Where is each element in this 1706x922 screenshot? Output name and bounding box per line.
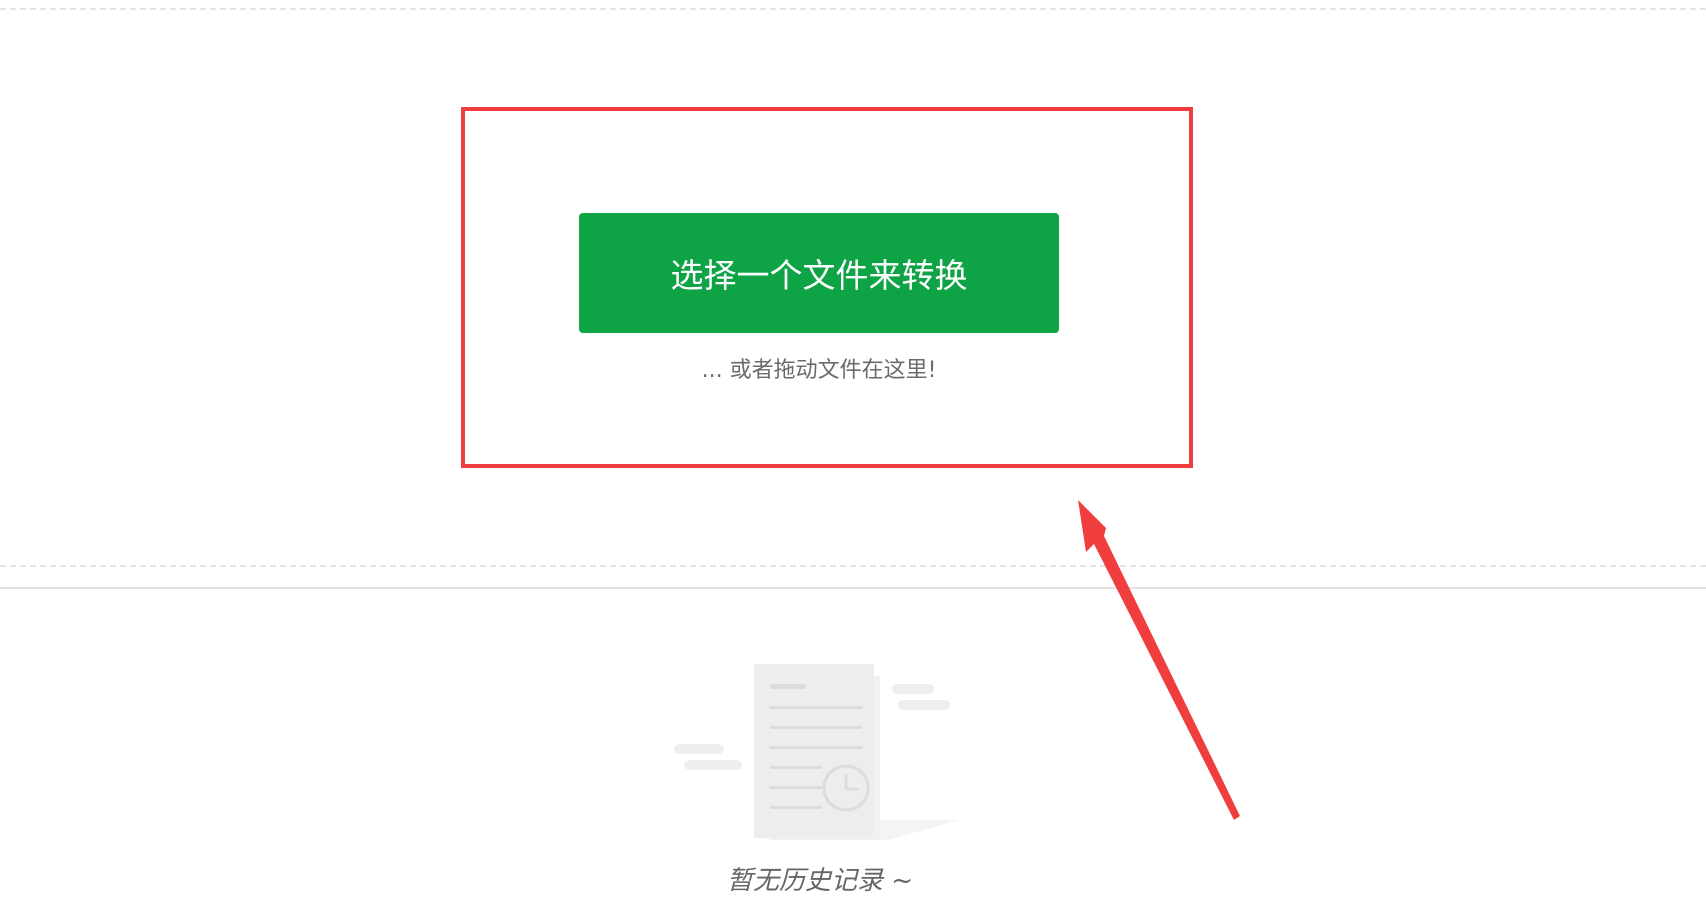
bottom-dashed-divider (0, 565, 1706, 567)
arrow-icon (1078, 500, 1240, 820)
empty-history-text: 暂无历史记录 ~ (726, 866, 914, 896)
history-divider (0, 587, 1706, 589)
document-clock-icon (674, 664, 960, 840)
top-dashed-divider (0, 8, 1706, 10)
select-file-button[interactable]: 选择一个文件来转换 (579, 213, 1059, 333)
drop-hint-text: ... 或者拖动文件在这里! (701, 358, 937, 383)
converter-page: 选择一个文件来转换 ... 或者拖动文件在这里! 暂无历史记录 ~ (0, 0, 1706, 922)
